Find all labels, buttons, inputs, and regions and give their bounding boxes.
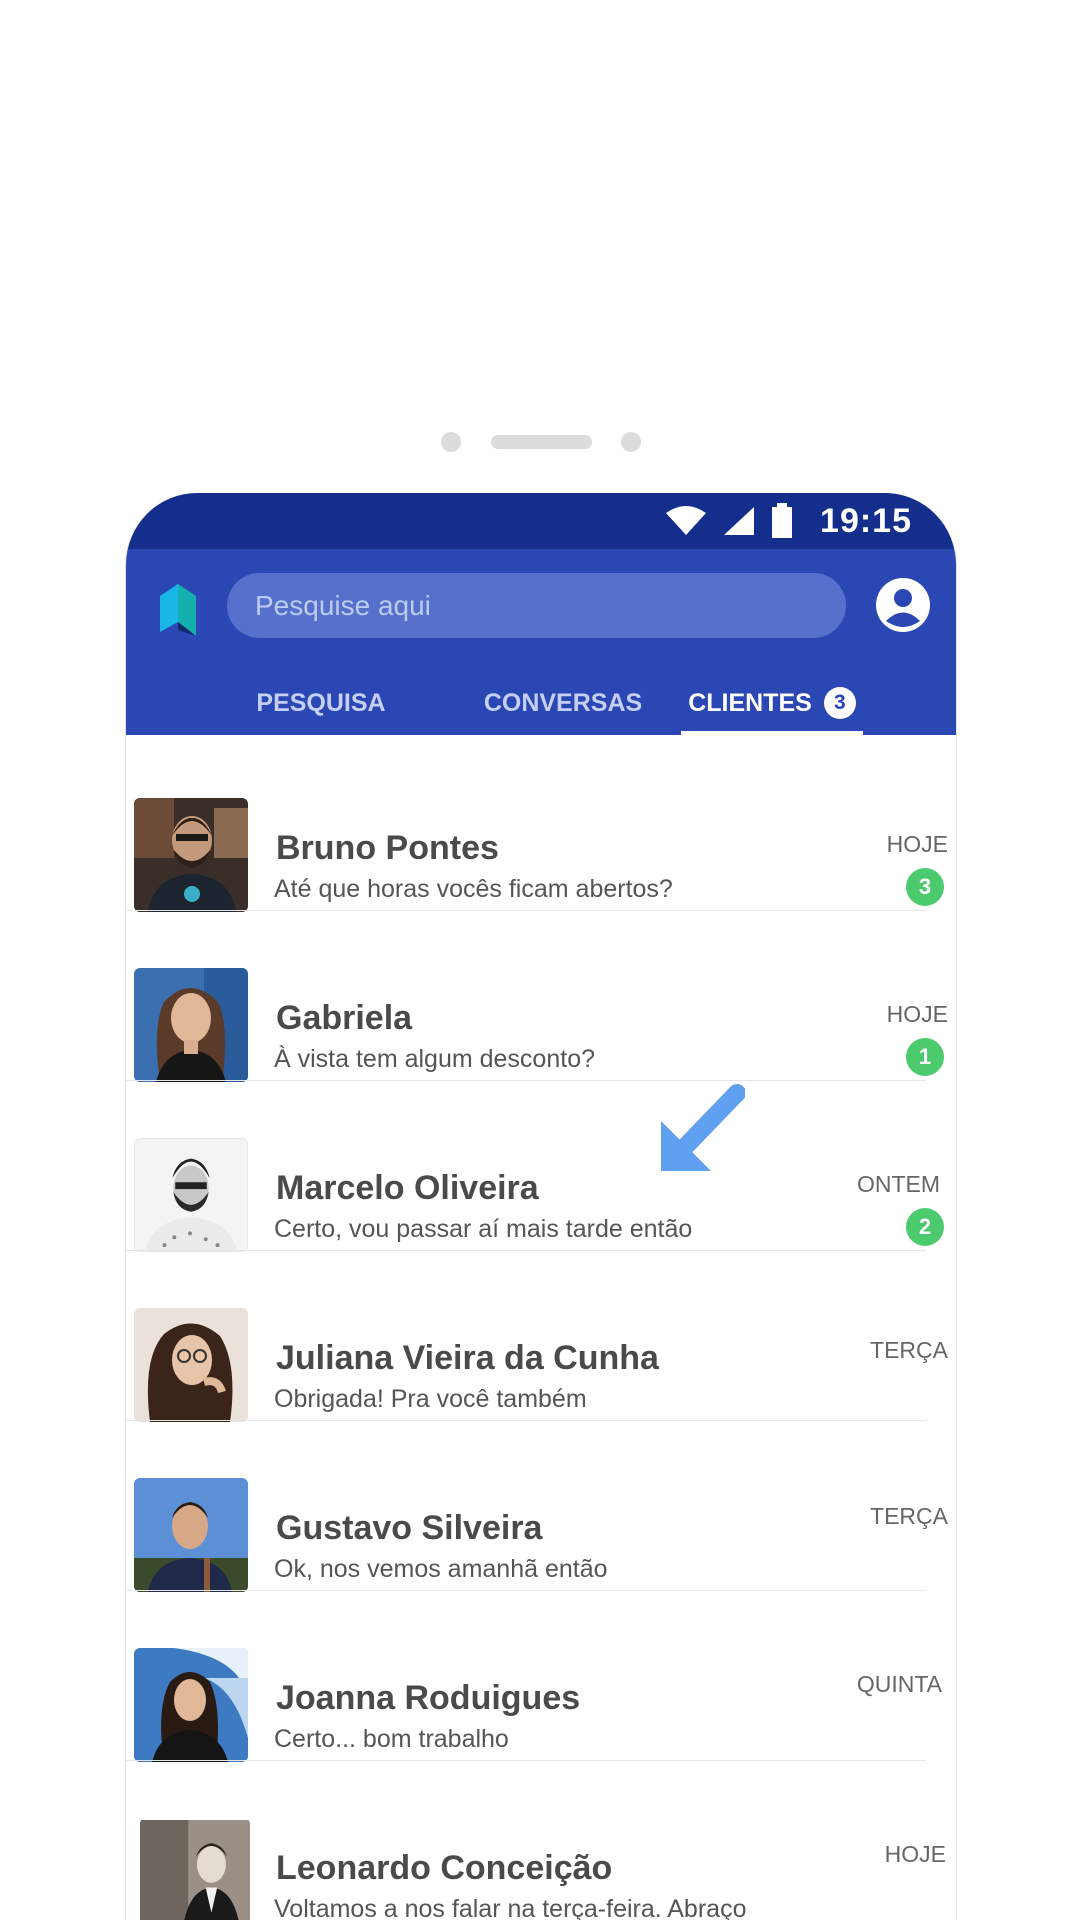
- last-message: Ok, nos vemos amanhã então: [274, 1555, 608, 1583]
- sensor-dot-right: [621, 432, 641, 452]
- app-logo-icon: [160, 584, 196, 636]
- search-placeholder: Pesquise aqui: [255, 589, 431, 621]
- list-item[interactable]: Leonardo Conceição Voltamos a nos falar …: [126, 1761, 956, 1920]
- last-message: Certo, vou passar aí mais tarde então: [274, 1215, 693, 1243]
- message-day: ONTEM: [856, 1171, 940, 1197]
- app-bar: Pesquise aqui PESQUISA CONVERSAS CLIENTE…: [126, 549, 956, 737]
- tab-pesquisa[interactable]: PESQUISA: [214, 671, 428, 735]
- profile-icon[interactable]: [875, 577, 931, 633]
- message-day: TERÇA: [870, 1337, 948, 1363]
- search-input[interactable]: Pesquise aqui: [227, 573, 846, 638]
- tab-bar: PESQUISA CONVERSAS CLIENTES 3: [126, 671, 956, 735]
- device-top-decoration: [0, 0, 1080, 460]
- phone-screen: 19:15 Pesquise aqui PESQUISA CONVERSAS C…: [125, 493, 957, 1920]
- tab-label: PESQUISA: [256, 688, 386, 717]
- contact-avatar: [134, 1138, 248, 1252]
- message-day: HOJE: [884, 1841, 946, 1867]
- contact-name: Joanna Roduigues: [276, 1679, 581, 1717]
- list-item[interactable]: Marcelo Oliveira Certo, vou passar aí ma…: [126, 1081, 956, 1252]
- contact-name: Juliana Vieira da Cunha: [276, 1339, 659, 1377]
- list-item[interactable]: Bruno Pontes Até que horas vocês ficam a…: [126, 741, 956, 912]
- contact-avatar: [134, 1648, 248, 1762]
- contact-avatar: [134, 1478, 248, 1592]
- contact-name: Gustavo Silveira: [276, 1509, 543, 1547]
- message-day: HOJE: [886, 1001, 948, 1027]
- list-item[interactable]: Joanna Roduigues Certo... bom trabalho Q…: [126, 1591, 956, 1762]
- list-item[interactable]: Gabriela À vista tem algum desconto? HOJ…: [126, 911, 956, 1082]
- tab-conversas[interactable]: CONVERSAS: [456, 671, 670, 735]
- pointer-arrow-icon: [661, 1084, 745, 1171]
- contact-name: Marcelo Oliveira: [276, 1169, 539, 1207]
- tab-clientes[interactable]: CLIENTES 3: [681, 671, 863, 735]
- message-day: TERÇA: [870, 1503, 948, 1529]
- battery-icon: [772, 503, 793, 538]
- active-tab-indicator: [681, 731, 863, 737]
- signal-icon: [724, 507, 755, 535]
- sensor-dot-left: [441, 432, 461, 452]
- unread-badge: 2: [906, 1208, 944, 1246]
- status-bar: 19:15: [126, 493, 956, 549]
- list-item[interactable]: Juliana Vieira da Cunha Obrigada! Pra vo…: [126, 1251, 956, 1422]
- last-message: Até que horas vocês ficam abertos?: [274, 875, 673, 903]
- contact-name: Bruno Pontes: [276, 829, 499, 867]
- tab-label: CONVERSAS: [483, 688, 643, 717]
- message-day: QUINTA: [856, 1671, 942, 1697]
- contact-name: Leonardo Conceição: [276, 1849, 613, 1887]
- contact-avatar: [140, 1820, 250, 1920]
- contact-avatar: [134, 798, 248, 912]
- last-message: Certo... bom trabalho: [274, 1725, 509, 1753]
- contact-avatar: [134, 1308, 248, 1422]
- contact-avatar: [134, 968, 248, 1082]
- speaker-grill: [491, 435, 592, 449]
- last-message: Voltamos a nos falar na terça-feira. Abr…: [274, 1895, 747, 1920]
- tab-count-badge: 3: [823, 687, 856, 719]
- status-time: 19:15: [820, 501, 912, 540]
- last-message: À vista tem algum desconto?: [274, 1045, 595, 1073]
- tab-label: CLIENTES: [688, 688, 812, 717]
- unread-badge: 1: [906, 1038, 944, 1076]
- message-day: HOJE: [886, 831, 948, 857]
- unread-badge: 3: [906, 868, 944, 906]
- list-item[interactable]: Gustavo Silveira Ok, nos vemos amanhã en…: [126, 1421, 956, 1592]
- contact-name: Gabriela: [276, 999, 413, 1037]
- wifi-icon: [666, 506, 707, 535]
- last-message: Obrigada! Pra você também: [274, 1385, 587, 1413]
